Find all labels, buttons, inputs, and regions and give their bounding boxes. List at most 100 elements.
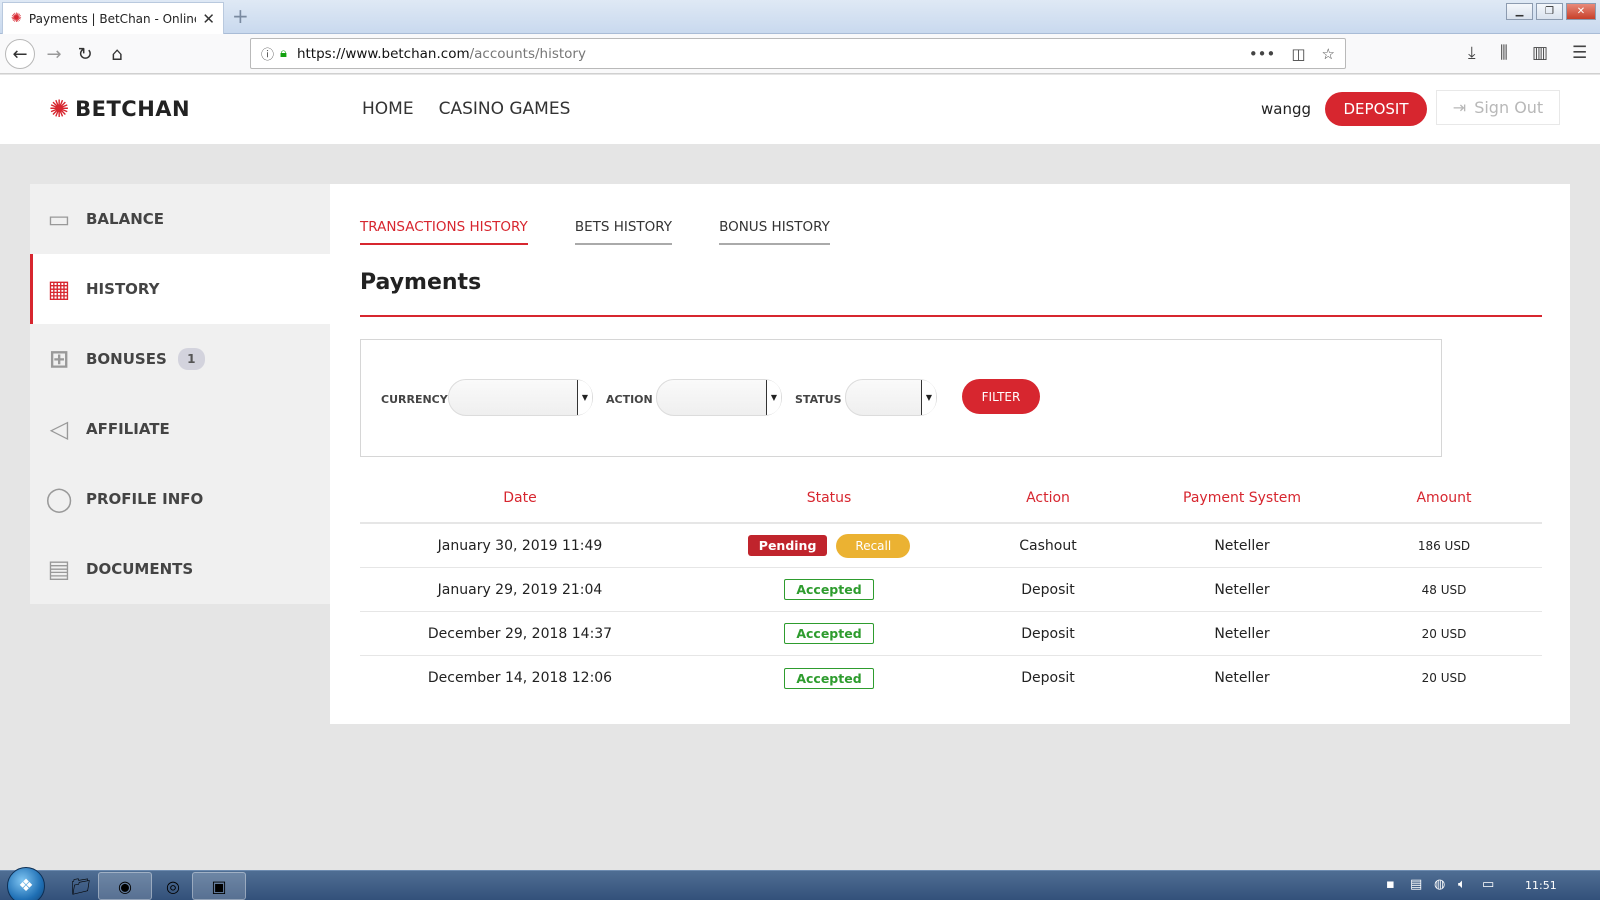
windows-start-button[interactable]: ❖ <box>7 867 45 900</box>
cell-date: December 29, 2018 14:37 <box>427 625 613 642</box>
library-icon[interactable]: ⫼ <box>1500 43 1508 63</box>
sidebar-item-profile-info[interactable]: ◯ PROFILE INFO <box>30 464 330 534</box>
column-header-status[interactable]: Status <box>680 490 978 506</box>
logo-text: BETCHAN <box>75 97 191 121</box>
sidebar-toggle-icon[interactable]: ▥ <box>1532 43 1548 63</box>
cell-date: January 29, 2019 21:04 <box>437 581 603 598</box>
username[interactable]: wangg <box>1261 100 1311 118</box>
history-tabs: TRANSACTIONS HISTORY BETS HISTORY BONUS … <box>360 219 830 245</box>
nav-home-link[interactable]: HOME <box>362 99 414 119</box>
cell-action: Deposit <box>1021 670 1075 686</box>
tab-transactions-history[interactable]: TRANSACTIONS HISTORY <box>360 219 528 245</box>
cell-status: Accepted <box>680 579 978 600</box>
table-row: December 29, 2018 14:37 Accepted Deposit… <box>360 612 1542 656</box>
sidebar-item-balance[interactable]: ▭ BALANCE <box>30 184 330 254</box>
calendar-clock-icon: ▦ <box>47 275 71 303</box>
remote-desktop-icon[interactable]: ▣ <box>192 872 246 900</box>
bonuses-count-badge: 1 <box>177 348 205 370</box>
cell-status: Accepted <box>680 667 978 689</box>
cell-status: Pending Recall <box>680 533 978 558</box>
bookmark-star-icon[interactable]: ☆ <box>1322 45 1335 63</box>
betchan-logo[interactable]: ✺ BETCHAN <box>49 95 190 123</box>
currency-select[interactable]: ▼ <box>448 379 593 416</box>
sign-out-button[interactable]: ⇥ Sign Out <box>1436 90 1560 125</box>
tab-title: Payments | BetChan - Online C <box>28 11 197 26</box>
column-header-action[interactable]: Action <box>978 490 1118 506</box>
nav-casino-games-link[interactable]: CASINO GAMES <box>439 99 571 119</box>
cell-date: January 30, 2019 11:49 <box>437 537 603 554</box>
taskbar-clock[interactable]: 11:51 <box>1525 879 1557 892</box>
firefox-icon[interactable]: ◉ <box>98 872 152 900</box>
restore-window-button[interactable]: ❐ <box>1536 3 1563 20</box>
status-badge-accepted: Accepted <box>784 667 874 689</box>
sidebar-item-documents[interactable]: ▤ DOCUMENTS <box>30 534 330 604</box>
status-label: STATUS <box>795 393 842 406</box>
url-text[interactable]: https://www.betchan.com/accounts/history <box>297 46 1233 62</box>
logo-atom-icon: ✺ <box>49 95 70 123</box>
browser-titlebar: ✺ Payments | BetChan - Online C ✕ + ▁ ❐ … <box>0 0 1600 34</box>
user-icon: ◯ <box>45 485 73 513</box>
chevron-down-icon[interactable]: ▼ <box>766 380 781 415</box>
cell-amount: 186 USD <box>1417 538 1471 553</box>
column-header-amount[interactable]: Amount <box>1366 490 1522 506</box>
cell-payment-system: Neteller <box>1214 581 1270 598</box>
megaphone-icon: ◁ <box>49 415 69 443</box>
page-title: Payments <box>360 270 482 295</box>
sidebar-item-bonuses[interactable]: ⊞ BONUSES 1 <box>30 324 330 394</box>
browser-tab[interactable]: ✺ Payments | BetChan - Online C ✕ <box>2 2 224 34</box>
back-arrow-icon[interactable]: ← <box>5 39 35 69</box>
cell-amount: 20 USD <box>1421 671 1467 685</box>
cell-amount: 48 USD <box>1421 582 1467 597</box>
sidebar-item-affiliate[interactable]: ◁ AFFILIATE <box>30 394 330 464</box>
volume-icon[interactable]: 🔈︎ <box>1458 877 1466 892</box>
forward-arrow-icon[interactable]: → <box>40 40 68 68</box>
site-info-icon[interactable]: ⓘ <box>261 44 274 63</box>
windows-taskbar: ❖ 📁︎ ◉ ◎ ▣ ▪ ▤ ◍ 🔈︎ ▭ 11:51 <box>0 867 1600 900</box>
menu-icon[interactable]: ☰ <box>1572 43 1587 63</box>
tab-bets-history[interactable]: BETS HISTORY <box>574 219 673 245</box>
cell-status: Accepted <box>680 623 978 644</box>
lock-icon: 🔒︎ <box>280 46 287 61</box>
minimize-window-button[interactable]: ▁ <box>1506 3 1533 20</box>
main-panel: TRANSACTIONS HISTORY BETS HISTORY BONUS … <box>330 184 1570 724</box>
filter-button[interactable]: FILTER <box>962 379 1040 414</box>
close-tab-icon[interactable]: ✕ <box>202 10 215 28</box>
table-row: January 30, 2019 11:49 Pending Recall Ca… <box>360 524 1542 568</box>
tray-globe-icon[interactable]: ◍ <box>1434 877 1445 892</box>
url-path: /accounts/history <box>469 45 586 62</box>
action-select[interactable]: ▼ <box>656 379 782 416</box>
column-header-date[interactable]: Date <box>360 490 680 506</box>
recall-button[interactable]: Recall <box>836 533 911 558</box>
sidebar-item-label: AFFILIATE <box>86 420 170 438</box>
cell-action: Deposit <box>1021 581 1075 598</box>
cell-payment-system: Neteller <box>1214 625 1270 642</box>
reload-icon[interactable]: ↻ <box>71 40 99 68</box>
column-header-payment-system[interactable]: Payment System <box>1118 490 1366 506</box>
sidebar-item-history[interactable]: ▦ HISTORY <box>30 254 330 324</box>
cell-amount: 20 USD <box>1421 626 1467 641</box>
deposit-button[interactable]: DEPOSIT <box>1325 92 1427 126</box>
status-badge-pending: Pending <box>747 535 828 556</box>
download-icon[interactable]: ⤓ <box>1468 43 1476 63</box>
sidebar-item-label: HISTORY <box>86 280 160 298</box>
status-badge-accepted: Accepted <box>784 579 874 600</box>
home-icon[interactable]: ⌂ <box>103 40 131 68</box>
site-header: ✺ BETCHAN HOME CASINO GAMES wangg DEPOSI… <box>0 75 1600 144</box>
close-window-button[interactable]: ✕ <box>1566 3 1596 20</box>
tray-monitor-icon[interactable]: ▭ <box>1482 877 1494 892</box>
browser-navbar: ← → ↻ ⌂ ⓘ 🔒︎ https://www.betchan.com/acc… <box>0 34 1600 74</box>
status-select[interactable]: ▼ <box>845 379 937 416</box>
tray-app-icon[interactable]: ▪ <box>1386 877 1395 892</box>
pocket-icon[interactable]: ◫ <box>1291 45 1305 63</box>
chevron-down-icon[interactable]: ▼ <box>577 380 592 415</box>
chevron-down-icon[interactable]: ▼ <box>921 380 936 415</box>
network-icon[interactable]: ▤ <box>1410 877 1422 892</box>
page-actions-icon[interactable]: ••• <box>1249 45 1276 63</box>
url-domain: https://www.betchan.com <box>296 45 470 62</box>
tab-bonus-history[interactable]: BONUS HISTORY <box>719 219 830 245</box>
sidebar-item-label: PROFILE INFO <box>86 490 204 508</box>
cell-payment-system: Neteller <box>1214 670 1270 686</box>
address-bar[interactable]: ⓘ 🔒︎ https://www.betchan.com/accounts/hi… <box>250 38 1346 69</box>
gift-icon: ⊞ <box>48 345 70 373</box>
new-tab-icon[interactable]: + <box>232 4 249 28</box>
